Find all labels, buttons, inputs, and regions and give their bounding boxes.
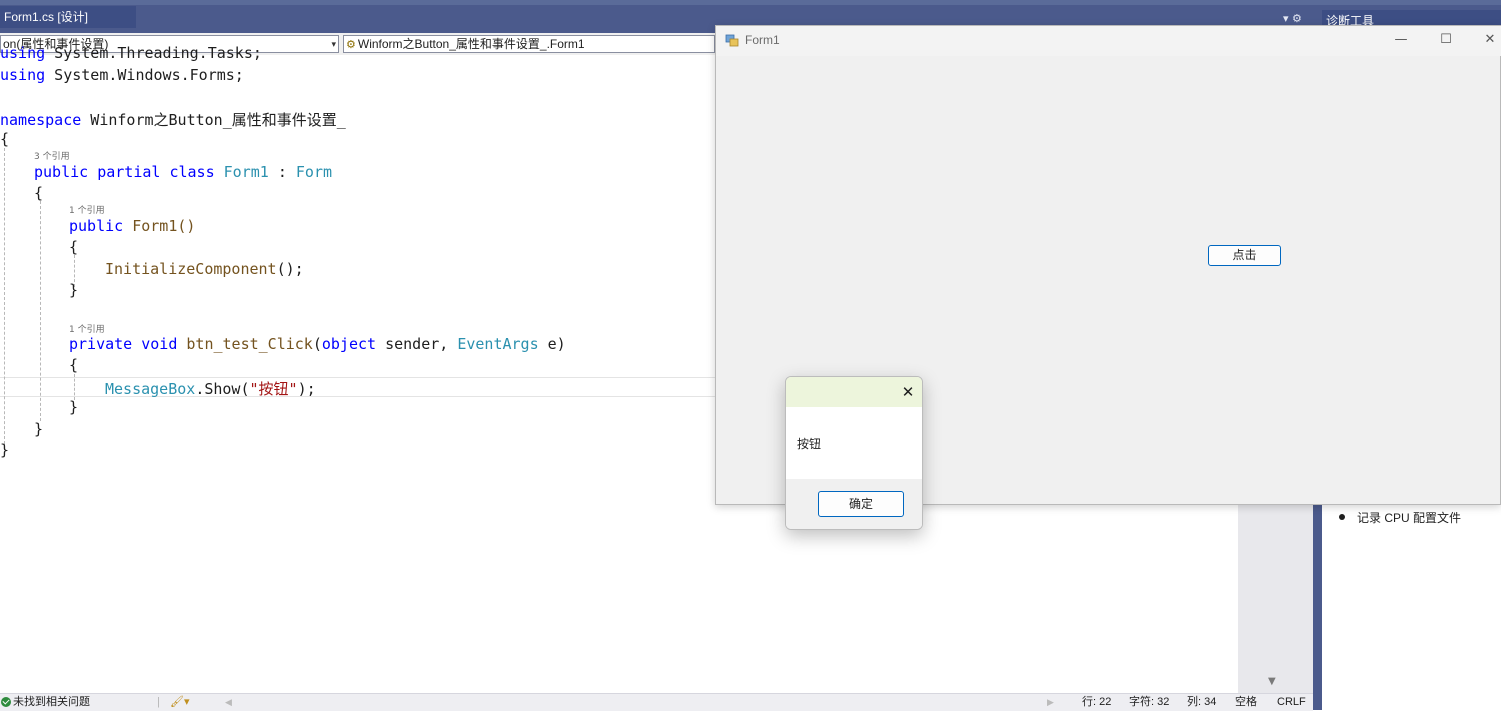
column-number[interactable]: 列: 34 [1187, 695, 1216, 710]
code-brace: { [0, 130, 10, 148]
code-brace: } [0, 441, 10, 459]
form-app-icon [725, 34, 739, 47]
indent-guide [40, 201, 41, 421]
code-line-messagebox: MessageBox.Show("按钮"); [105, 380, 316, 398]
codelens-references[interactable]: 3 个引用 [34, 149, 70, 162]
record-cpu-profile-item[interactable]: 记录 CPU 配置文件 [1357, 509, 1461, 526]
class-icon: ⚙ [346, 39, 356, 51]
scroll-left-icon[interactable]: ◀ [225, 695, 232, 710]
code-brace: { [69, 356, 79, 374]
diagnostics-panel [1322, 505, 1501, 710]
message-box-dialog[interactable]: ✕ 按钮 确定 [785, 376, 923, 530]
line-number[interactable]: 行: 22 [1082, 695, 1111, 710]
maximize-button[interactable]: ☐ [1435, 31, 1457, 49]
tab-form1-design[interactable]: Form1.cs [设计] [0, 6, 136, 28]
codelens-references[interactable]: 1 个引用 [69, 322, 105, 335]
code-brace: { [69, 238, 79, 256]
ok-button[interactable]: 确定 [818, 491, 904, 517]
record-bullet-icon [1339, 514, 1345, 520]
scroll-down-icon[interactable]: ▼ [1268, 676, 1276, 687]
click-button[interactable]: 点击 [1208, 245, 1281, 266]
code-line-namespace: namespace Winform之Button_属性和事件设置_ [0, 111, 346, 129]
code-brace: } [69, 398, 79, 416]
type-dropdown-label: Winform之Button_属性和事件设置_.Form1 [357, 37, 585, 51]
whitespace-mode[interactable]: 空格 [1235, 695, 1257, 710]
code-line-using-forms: using System.Windows.Forms; [0, 66, 244, 84]
panel-splitter[interactable] [1313, 505, 1322, 710]
line-ending[interactable]: CRLF [1277, 695, 1306, 710]
tab-controls-icon[interactable]: ▾ ⚙ [1283, 12, 1302, 25]
scroll-right-icon[interactable]: ▶ [1047, 695, 1054, 710]
form1-title: Form1 [745, 33, 780, 47]
editor-status-bar: 未找到相关问题 | 🖌▾ ◀ ▶ 行: 22 字符: 32 列: 34 空格 C… [0, 693, 1313, 711]
editor-scroll-gutter[interactable] [1238, 505, 1313, 693]
brush-icon[interactable]: 🖌▾ [170, 695, 190, 710]
code-line-class: public partial class Form1 : Form [34, 163, 333, 181]
code-brace: } [69, 281, 79, 299]
indent-guide [74, 374, 75, 400]
close-icon[interactable]: ✕ [898, 382, 918, 402]
close-button[interactable]: ✕ [1479, 31, 1501, 49]
code-brace: { [34, 184, 44, 202]
char-number[interactable]: 字符: 32 [1129, 695, 1169, 710]
chevron-down-icon: ▾ [331, 39, 336, 49]
indent-guide [4, 148, 5, 444]
code-line-initialize: InitializeComponent(); [105, 260, 304, 278]
codelens-references[interactable]: 1 个引用 [69, 203, 105, 216]
type-dropdown[interactable]: ⚙ Winform之Button_属性和事件设置_.Form1 [343, 35, 715, 53]
code-line-using-tasks: using System.Threading.Tasks; [0, 44, 262, 62]
separator: | [157, 696, 160, 708]
issues-status[interactable]: 未找到相关问题 [13, 695, 90, 710]
code-brace: } [34, 420, 44, 438]
code-line-constructor: public Form1() [69, 217, 196, 235]
message-text: 按钮 [797, 437, 822, 451]
code-line-method: private void btn_test_Click(object sende… [69, 335, 566, 353]
check-icon [1, 697, 11, 707]
form1-titlebar[interactable]: Form1 — ☐ ✕ [716, 26, 1501, 56]
minimize-button[interactable]: — [1390, 31, 1412, 49]
